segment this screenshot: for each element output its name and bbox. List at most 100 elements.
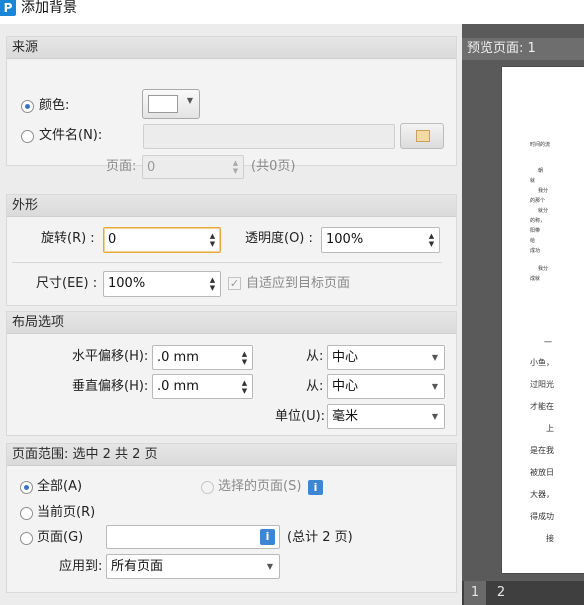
h-offset-value: .0 mm <box>157 350 199 365</box>
rotate-label: 旋转(R) : <box>41 231 95 246</box>
opacity-value: 100% <box>326 232 364 247</box>
spin-arrows-icon[interactable]: ▲ ▼ <box>208 276 217 292</box>
all-pages-label: 全部(A) <box>37 479 83 494</box>
preview-text: 成就 <box>530 276 541 282</box>
page-total-text: (共0页) <box>251 159 296 174</box>
selected-pages-radio[interactable] <box>201 481 214 494</box>
h-from-label: 从: <box>306 349 324 364</box>
unit-value: 毫米 <box>332 409 359 424</box>
pages-label: 页面(G) <box>37 530 84 545</box>
rotate-input[interactable]: 0 ▲ ▼ <box>103 227 221 253</box>
unit-select[interactable]: 毫米 ▼ <box>327 404 445 429</box>
color-label: 颜色: <box>39 98 70 113</box>
appearance-header: 外形 <box>7 195 456 217</box>
h-offset-label: 水平偏移(H): <box>72 349 149 364</box>
current-page-radio[interactable] <box>20 507 33 520</box>
v-from-label: 从: <box>306 379 324 394</box>
fit-checkbox[interactable]: ✓ <box>228 277 241 290</box>
preview-text: 才能在 <box>530 402 554 411</box>
preview-text: 就 <box>530 178 536 184</box>
chevron-down-icon: ▼ <box>431 353 438 362</box>
opacity-input[interactable]: 100% ▲ ▼ <box>321 227 440 253</box>
pages-total-text: (总计 2 页) <box>287 530 353 545</box>
page-number-input[interactable]: 0 ▲ ▼ <box>142 155 244 179</box>
preview-text: 我分 <box>538 266 549 272</box>
unit-label: 单位(U): <box>275 409 326 424</box>
v-offset-label: 垂直偏移(H): <box>72 379 149 394</box>
size-label: 尺寸(EE) : <box>36 276 98 291</box>
spin-arrows-icon[interactable]: ▲ ▼ <box>208 232 217 248</box>
source-header: 来源 <box>7 37 456 59</box>
page-tab-2[interactable]: 2 <box>490 581 512 605</box>
page-tab-1[interactable]: 1 <box>464 581 486 605</box>
preview-text: 成功 <box>530 248 541 254</box>
preview-text: 接 <box>546 534 554 543</box>
rotate-value: 0 <box>108 232 117 247</box>
chevron-down-icon: ▼ <box>266 562 273 571</box>
app-logo-icon: P <box>0 0 16 16</box>
info-icon[interactable]: i <box>260 529 275 545</box>
preview-pager: 1 2 <box>462 581 584 605</box>
spin-arrows-icon[interactable]: ▲ ▼ <box>427 232 436 248</box>
preview-text: 大器， <box>530 490 554 499</box>
preview-text: 被放日 <box>530 468 554 477</box>
color-swatch <box>148 95 178 113</box>
preview-text: 时间的流 <box>530 142 551 148</box>
size-input[interactable]: 100% ▲ ▼ <box>103 271 221 297</box>
preview-text: 得成功 <box>530 512 554 521</box>
browse-button[interactable] <box>400 123 444 149</box>
v-from-select[interactable]: 中心 ▼ <box>327 374 445 399</box>
color-radio[interactable] <box>21 100 34 113</box>
chevron-down-icon: ▼ <box>431 382 438 391</box>
color-picker-button[interactable]: ▼ <box>142 89 200 119</box>
preview-text: 过阳光 <box>530 380 554 389</box>
opacity-label: 透明度(O) : <box>245 231 313 246</box>
page-number-value: 0 <box>147 160 156 175</box>
preview-text: 上 <box>546 424 554 433</box>
preview-text: 小鱼， <box>530 358 554 367</box>
preview-header: 预览页面: 1 <box>462 38 584 60</box>
apply-to-select[interactable]: 所有页面 ▼ <box>106 554 280 579</box>
chevron-down-icon: ▼ <box>431 412 438 421</box>
h-offset-input[interactable]: .0 mm ▲ ▼ <box>152 345 253 370</box>
preview-text: 阳带 <box>530 228 541 234</box>
current-page-label: 当前页(R) <box>37 505 96 520</box>
window-title: 添加背景 <box>21 0 77 16</box>
v-offset-value: .0 mm <box>157 379 199 394</box>
divider <box>12 262 442 263</box>
preview-pane: 预览页面: 1 时间的流 朝 就 我分 的那个 就分 的称， 阳带 给 成功 我… <box>462 24 584 605</box>
preview-text: 给 <box>530 238 536 244</box>
page-range-header: 页面范围: 选中 2 共 2 页 <box>7 444 456 466</box>
spin-arrows-icon[interactable]: ▲ ▼ <box>231 159 240 175</box>
preview-text: 一 <box>544 338 552 347</box>
pages-input[interactable]: i <box>106 525 280 549</box>
file-label: 文件名(N): <box>39 128 103 143</box>
spin-arrows-icon[interactable]: ▲ ▼ <box>240 379 249 395</box>
preview-text: 就分 <box>538 208 549 214</box>
selected-pages-label: 选择的页面(S) <box>218 479 302 494</box>
v-from-value: 中心 <box>332 379 359 394</box>
v-offset-input[interactable]: .0 mm ▲ ▼ <box>152 374 253 399</box>
pages-radio[interactable] <box>20 532 33 545</box>
settings-pane: 来源 颜色: ▼ 文件名(N): 页面: 0 ▲ ▼ (共0页) 外形 旋转(R)… <box>0 24 462 605</box>
preview-page: 时间的流 朝 就 我分 的那个 就分 的称， 阳带 给 成功 我分 成就 一 小… <box>501 66 584 574</box>
preview-text: 朝 <box>538 168 544 174</box>
preview-text: 的那个 <box>530 198 546 204</box>
info-icon[interactable]: i <box>308 480 323 495</box>
file-path-input[interactable] <box>143 124 395 149</box>
title-bar: P 添加背景 <box>0 0 584 24</box>
size-value: 100% <box>108 276 146 291</box>
page-label: 页面: <box>106 159 137 174</box>
fit-label: 自适应到目标页面 <box>246 276 351 291</box>
folder-icon <box>416 130 430 142</box>
spin-arrows-icon[interactable]: ▲ ▼ <box>240 350 249 366</box>
h-from-value: 中心 <box>332 350 359 365</box>
chevron-down-icon: ▼ <box>186 96 193 105</box>
preview-text: 的称， <box>530 218 546 224</box>
file-radio[interactable] <box>21 130 34 143</box>
h-from-select[interactable]: 中心 ▼ <box>327 345 445 370</box>
apply-to-label: 应用到: <box>59 559 103 574</box>
preview-text: 我分 <box>538 188 549 194</box>
preview-text: 是在我 <box>530 446 554 455</box>
all-pages-radio[interactable] <box>20 481 33 494</box>
